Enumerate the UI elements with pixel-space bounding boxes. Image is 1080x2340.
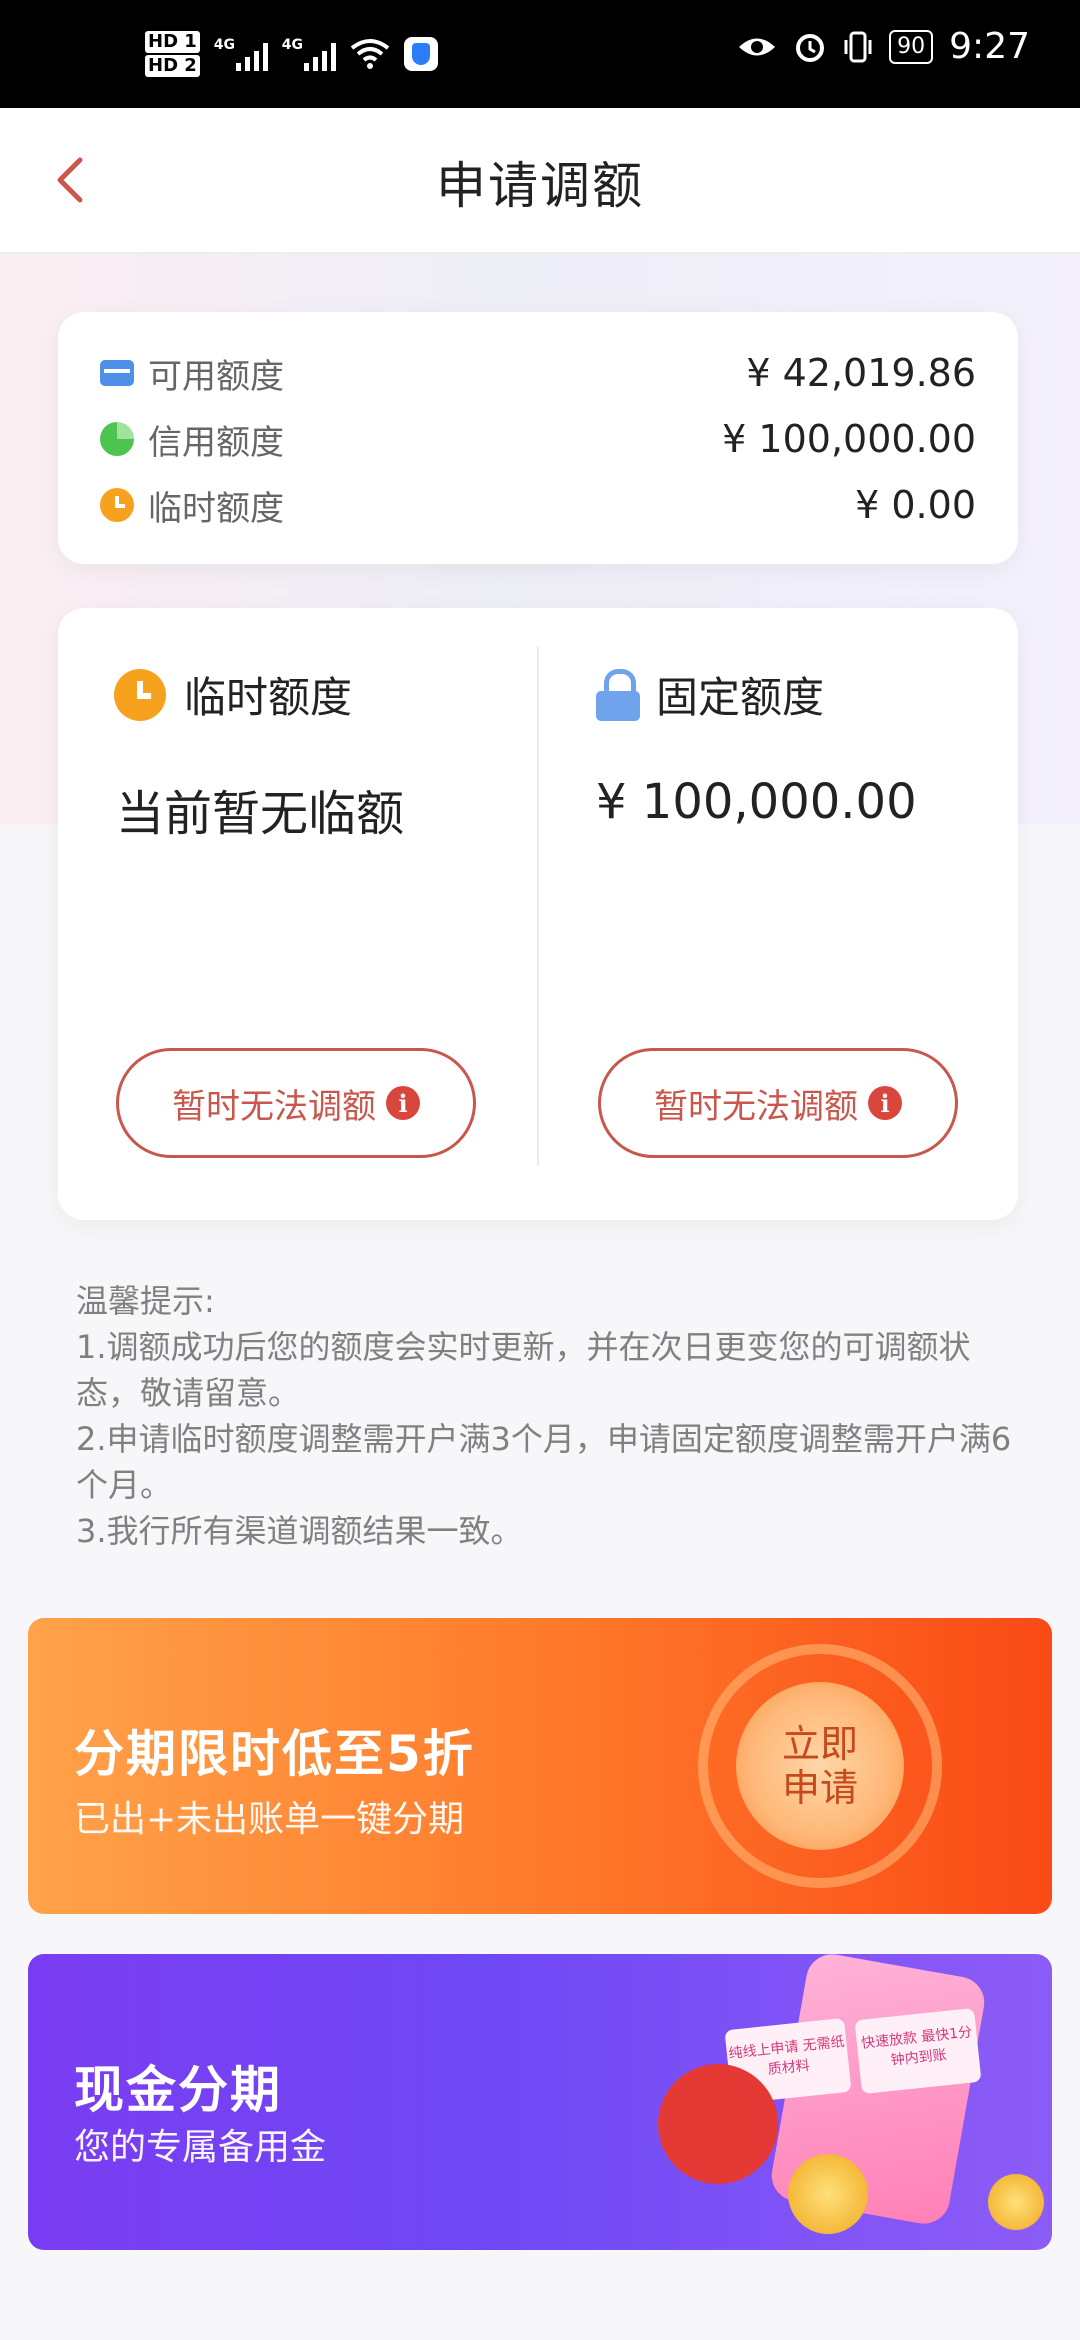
summary-value: ¥ 0.00 <box>855 483 976 527</box>
battery-icon: 90 <box>889 29 934 64</box>
summary-row-credit: 信用额度 ¥ 100,000.00 <box>100 414 976 464</box>
sim2-label: HD 2 <box>145 55 200 77</box>
fixed-limit-title: 固定额度 <box>656 673 825 722</box>
fixed-adjust-button-label: 暂时无法调额 <box>654 1086 858 1127</box>
wifi-icon <box>350 39 390 69</box>
cash-banner-subtitle: 您的专属备用金 <box>74 2127 327 2168</box>
status-right: 90 9:27 <box>737 26 1030 67</box>
fixed-limit-value: ¥ 100,000.00 <box>596 774 917 830</box>
lock-icon <box>596 668 640 721</box>
temp-adjust-button-label: 暂时无法调额 <box>172 1086 376 1127</box>
fixed-limit-heading: 固定额度 <box>596 664 824 725</box>
installment-banner[interactable]: 分期限时低至5折 已出+未出账单一键分期 立即申请 <box>28 1618 1052 1914</box>
pie-icon <box>100 422 134 456</box>
coin-icon <box>988 2174 1044 2230</box>
fixed-adjust-button[interactable]: 暂时无法调额 i <box>598 1048 958 1158</box>
tips-line-2: 2.申请临时额度调整需开户满3个月，申请固定额度调整需开户满6个月。 <box>76 1420 1012 1504</box>
apply-now-label: 立即申请 <box>781 1722 858 1810</box>
temp-limit-title: 临时额度 <box>184 673 353 722</box>
installment-banner-subtitle: 已出+未出账单一键分期 <box>74 1799 465 1840</box>
info-icon[interactable]: i <box>868 1086 902 1120</box>
installment-banner-title: 分期限时低至5折 <box>74 1725 475 1783</box>
column-divider <box>537 646 539 1166</box>
card-icon <box>100 360 134 386</box>
summary-label: 可用额度 <box>148 356 284 397</box>
eye-icon <box>739 38 776 55</box>
feature-tag-fast: 快速放款 最快1分钟内到账 <box>854 2007 982 2095</box>
temp-limit-heading: 临时额度 <box>114 664 352 725</box>
signal-icon: 4G <box>214 37 268 71</box>
vibrate-icon <box>844 31 872 62</box>
cash-installment-banner[interactable]: 现金分期 您的专属备用金 纯线上申请 无需纸质材料 快速放款 最快1分钟内到账 <box>28 1954 1052 2250</box>
mascot-illustration <box>658 2064 778 2184</box>
status-left: HD 1 HD 2 4G 4G <box>145 30 438 78</box>
tips-line-1: 1.调额成功后您的额度会实时更新，并在次日更变您的可调额状态，敬请留意。 <box>76 1328 971 1412</box>
summary-label: 临时额度 <box>148 488 284 529</box>
clock-time: 9:27 <box>949 26 1030 67</box>
status-bar: HD 1 HD 2 4G 4G 90 9:27 <box>0 0 1080 108</box>
summary-label: 信用额度 <box>148 422 284 463</box>
signal-icon-2: 4G <box>282 37 336 71</box>
shield-icon <box>403 37 438 71</box>
adjust-limit-card: 临时额度 当前暂无临额 暂时无法调额 i 固定额度 ¥ 100,000.00 暂… <box>58 608 1018 1220</box>
page-title: 申请调额 <box>436 157 644 215</box>
cash-banner-title: 现金分期 <box>74 2061 282 2119</box>
alarm-icon <box>796 33 825 62</box>
tips-heading: 温馨提示: <box>76 1282 215 1320</box>
summary-value: ¥ 42,019.86 <box>746 351 976 395</box>
clock-icon <box>114 668 166 721</box>
coin-icon <box>788 2154 868 2234</box>
network2-label: 4G <box>281 37 304 53</box>
credit-summary-card: 可用额度 ¥ 42,019.86 信用额度 ¥ 100,000.00 临时额度 … <box>58 312 1018 564</box>
summary-row-available: 可用额度 ¥ 42,019.86 <box>100 348 976 398</box>
clock-icon <box>100 488 134 522</box>
temp-limit-value: 当前暂无临额 <box>116 786 405 842</box>
tips-line-3: 3.我行所有渠道调额结果一致。 <box>76 1512 523 1550</box>
info-icon[interactable]: i <box>386 1086 420 1120</box>
sim-indicator: HD 1 HD 2 <box>145 30 200 78</box>
network1-label: 4G <box>213 37 236 53</box>
nav-header: 申请调额 <box>0 108 1080 254</box>
summary-value: ¥ 100,000.00 <box>722 417 976 461</box>
summary-row-temporary: 临时额度 ¥ 0.00 <box>100 480 976 530</box>
apply-now-button[interactable]: 立即申请 <box>736 1682 904 1850</box>
temp-adjust-button[interactable]: 暂时无法调额 i <box>116 1048 476 1158</box>
tips-section: 温馨提示: 1.调额成功后您的额度会实时更新，并在次日更变您的可调额状态，敬请留… <box>76 1278 1016 1554</box>
sim1-label: HD 1 <box>145 31 200 53</box>
